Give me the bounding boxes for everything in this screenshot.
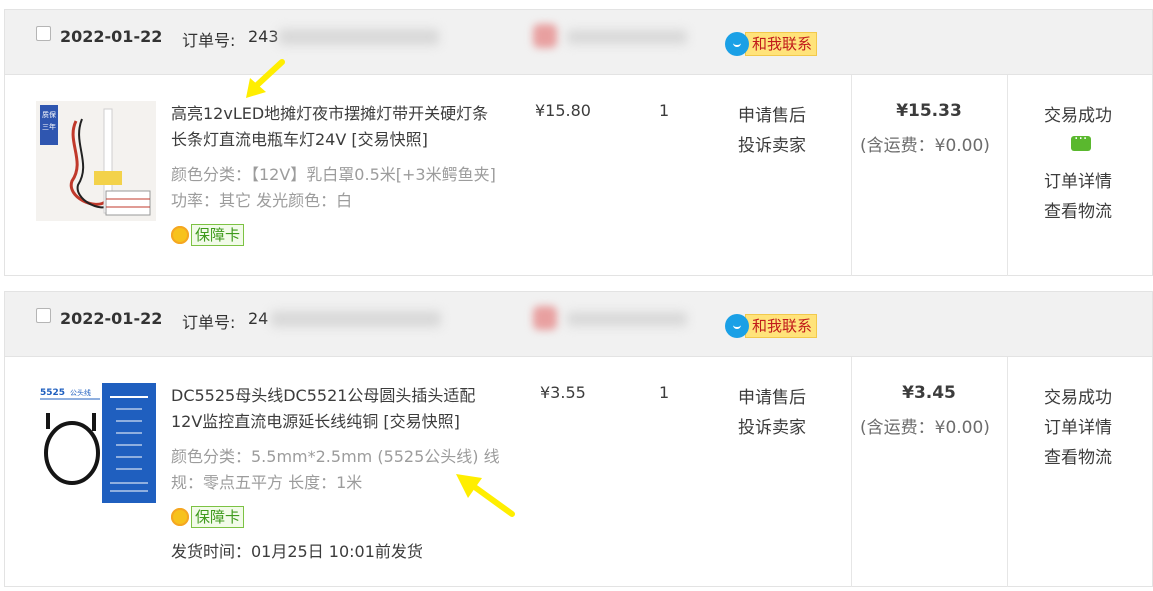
order-number: 24 bbox=[248, 309, 269, 328]
order-header: 2022-01-22 订单号: 24 和我联系 bbox=[5, 292, 1152, 357]
column-divider bbox=[1007, 75, 1008, 276]
flower-icon bbox=[171, 508, 189, 526]
product-sku: 颜色分类：【12V】乳白罩0.5米[+3米鳄鱼夹] 功率：其它 发光颜色：白 bbox=[171, 165, 496, 210]
order-number-redacted bbox=[279, 29, 439, 45]
shipping-fee: (含运费：¥0.00) bbox=[860, 136, 990, 156]
after-sale-link[interactable]: 申请售后 bbox=[738, 383, 806, 408]
unit-price: ¥3.55 bbox=[540, 383, 586, 402]
thumbnail-badge-text: 质保 bbox=[42, 110, 56, 119]
shipping-fee: (含运费：¥0.00) bbox=[860, 418, 990, 438]
order-number-label: 订单号: bbox=[182, 313, 236, 332]
order-number-redacted bbox=[271, 311, 441, 327]
order-select-checkbox[interactable] bbox=[36, 308, 51, 323]
view-logistics-link[interactable]: 查看物流 bbox=[1044, 443, 1112, 468]
order-select-checkbox[interactable] bbox=[36, 26, 51, 41]
view-logistics-link[interactable]: 查看物流 bbox=[1044, 197, 1112, 222]
trade-status: 交易成功 bbox=[1044, 106, 1112, 126]
ship-time-note: 发货时间：01月25日 10:01前发货 bbox=[171, 542, 423, 561]
svg-text:三年: 三年 bbox=[42, 122, 56, 131]
quantity: 1 bbox=[659, 383, 670, 402]
order-card-2: 2022-01-22 订单号: 24 和我联系 5525 公头线 DC5525母… bbox=[4, 291, 1153, 587]
message-icon[interactable] bbox=[1071, 131, 1091, 151]
contact-seller-button[interactable]: 和我联系 bbox=[725, 314, 818, 338]
shop-name-redacted bbox=[567, 312, 687, 326]
product-title-link[interactable]: DC5525母头线DC5521公母圆头插头适配12V监控直流电源延长线纯铜 [交… bbox=[171, 383, 501, 435]
order-date: 2022-01-22 bbox=[60, 27, 163, 46]
shop-name-redacted bbox=[567, 30, 687, 44]
order-card-1: 2022-01-22 订单号: 243 和我联系 质保 三年 高亮12vLED地… bbox=[4, 9, 1153, 276]
order-header: 2022-01-22 订单号: 243 和我联系 bbox=[5, 10, 1152, 75]
column-divider bbox=[1007, 357, 1008, 587]
product-title-link[interactable]: 高亮12vLED地摊灯夜市摆摊灯带开关硬灯条长条灯直流电瓶车灯24V [交易快照… bbox=[171, 101, 501, 153]
contact-seller-label: 和我联系 bbox=[745, 314, 818, 338]
order-number: 243 bbox=[248, 27, 279, 46]
complain-seller-link[interactable]: 投诉卖家 bbox=[738, 131, 806, 156]
shop-icon-redacted bbox=[533, 24, 557, 48]
order-detail-link[interactable]: 订单详情 bbox=[1044, 413, 1112, 438]
annotation-arrow-icon bbox=[456, 474, 515, 517]
svg-text:公头线: 公头线 bbox=[70, 388, 91, 397]
thumbnail-brand-text: 5525 bbox=[40, 388, 65, 398]
order-total: ¥15.33 bbox=[896, 101, 962, 121]
guarantee-card-badge[interactable]: 保障卡 bbox=[171, 224, 245, 246]
quantity: 1 bbox=[659, 101, 670, 120]
contact-seller-label: 和我联系 bbox=[745, 32, 818, 56]
chat-bubble-icon bbox=[725, 314, 749, 338]
annotation-arrow-icon bbox=[246, 59, 285, 98]
shop-icon-redacted bbox=[533, 306, 557, 330]
order-date: 2022-01-22 bbox=[60, 309, 163, 328]
order-number-label: 订单号: bbox=[182, 31, 236, 50]
guarantee-card-label: 保障卡 bbox=[191, 506, 245, 528]
unit-price: ¥15.80 bbox=[535, 101, 591, 120]
trade-status: 交易成功 bbox=[1044, 388, 1112, 408]
complain-seller-link[interactable]: 投诉卖家 bbox=[738, 413, 806, 438]
order-total: ¥3.45 bbox=[902, 383, 956, 403]
contact-seller-button[interactable]: 和我联系 bbox=[725, 32, 818, 56]
flower-icon bbox=[171, 226, 189, 244]
after-sale-link[interactable]: 申请售后 bbox=[738, 101, 806, 126]
product-thumbnail[interactable]: 质保 三年 bbox=[36, 101, 156, 221]
guarantee-card-label: 保障卡 bbox=[191, 224, 245, 246]
guarantee-card-badge[interactable]: 保障卡 bbox=[171, 506, 245, 528]
order-detail-link[interactable]: 订单详情 bbox=[1044, 167, 1112, 192]
chat-bubble-icon bbox=[725, 32, 749, 56]
product-thumbnail[interactable]: 5525 公头线 bbox=[36, 383, 156, 503]
